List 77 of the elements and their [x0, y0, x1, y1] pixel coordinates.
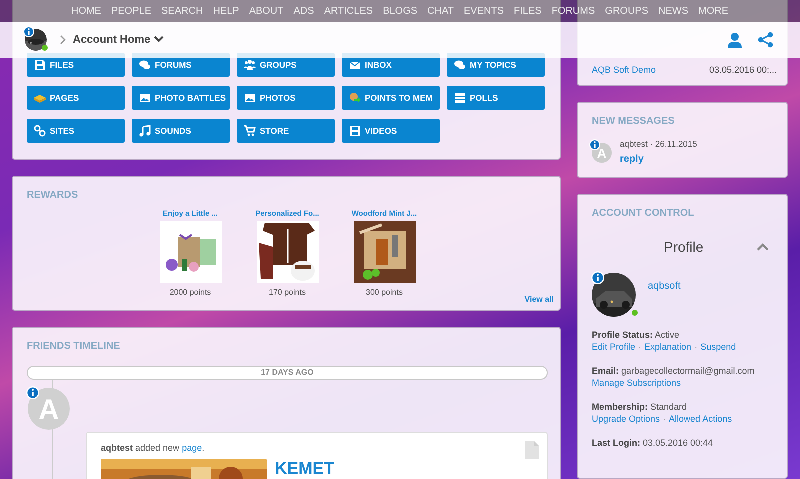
- reward-points: 170 points: [269, 288, 306, 297]
- nav-link[interactable]: ABOUT: [249, 6, 284, 16]
- account-link[interactable]: AQB Soft Demo: [592, 64, 656, 74]
- caret-down-icon: [154, 36, 164, 44]
- section-title: NEW MESSAGES: [592, 116, 676, 127]
- nav-link[interactable]: EVENTS: [464, 6, 504, 16]
- profile-detail: Email: garbagecollectormail@gmail.com: [592, 365, 756, 377]
- section-title: FRIENDS TIMELINE: [27, 341, 122, 352]
- nav-link[interactable]: SEARCH: [162, 6, 204, 16]
- reply-link[interactable]: reply: [620, 154, 644, 165]
- separator: ·: [663, 413, 666, 425]
- profile-detail: Membership: Standard: [592, 401, 688, 413]
- info-icon: [26, 386, 40, 400]
- quick-link-button[interactable]: SITES: [27, 119, 125, 143]
- floppy-disk-icon: [34, 59, 46, 71]
- profile-link[interactable]: Explanation: [644, 341, 692, 353]
- quick-link-button[interactable]: POINTS TO MEM: [342, 86, 440, 110]
- image-icon: [244, 92, 256, 104]
- reward-points: 2000 points: [170, 288, 212, 297]
- post-title-link[interactable]: KEMET: [275, 459, 334, 479]
- info-icon: [591, 271, 605, 285]
- nav-link[interactable]: HOME: [71, 6, 102, 16]
- nav-link[interactable]: CHAT: [428, 6, 454, 16]
- quick-link-button[interactable]: STORE: [237, 119, 335, 143]
- quick-link-button[interactable]: POLLS: [447, 86, 545, 110]
- separator: ·: [694, 341, 698, 353]
- nav-link[interactable]: MORE: [698, 6, 729, 16]
- nav-link[interactable]: HELP: [213, 6, 240, 16]
- list-icon: [454, 92, 466, 104]
- section-title: ACCOUNT CONTROL: [592, 208, 696, 219]
- nav-link[interactable]: GROUPS: [605, 6, 649, 16]
- profile-detail: Profile Status: Active: [592, 329, 681, 341]
- music-note-icon: [139, 125, 151, 137]
- user-icon[interactable]: [727, 32, 743, 48]
- profile-link[interactable]: Edit Profile: [592, 341, 636, 353]
- cart-icon: [244, 125, 256, 137]
- username-link[interactable]: aqbsoft: [648, 281, 681, 317]
- separator: ·: [638, 341, 642, 353]
- chat-bubbles-icon: [139, 59, 151, 71]
- date-divider: 17 DAYS AGO: [27, 366, 548, 380]
- account-home-dropdown[interactable]: Account Home: [73, 34, 164, 46]
- reward-points: 300 points: [366, 288, 403, 297]
- nav-link[interactable]: ARTICLES: [324, 6, 374, 16]
- profile-detail: Last Login: 03.05.2016 00:44: [592, 437, 714, 449]
- film-icon: [349, 125, 361, 137]
- quick-link-button[interactable]: PAGES: [27, 86, 125, 110]
- nav-link[interactable]: FILES: [514, 6, 542, 16]
- nav-link[interactable]: BLOGS: [383, 6, 418, 16]
- chat-bubbles-icon: [454, 59, 466, 71]
- share-icon[interactable]: [758, 32, 774, 48]
- profile-link[interactable]: Suspend: [700, 341, 736, 353]
- quick-link-button[interactable]: PHOTO BATTLES: [132, 86, 230, 110]
- info-icon: [589, 139, 601, 151]
- section-title: REWARDS: [27, 190, 80, 201]
- chevron-up-icon[interactable]: [757, 243, 769, 251]
- nav-link[interactable]: ADS: [294, 6, 314, 16]
- envelope-icon: [349, 59, 361, 71]
- quick-link-button[interactable]: SOUNDS: [132, 119, 230, 143]
- nav-link[interactable]: PEOPLE: [111, 6, 152, 16]
- book-stack-icon: [34, 92, 46, 104]
- quick-link-button[interactable]: VIDEOS: [342, 119, 440, 143]
- link-icon: [34, 125, 46, 137]
- profile-link[interactable]: Allowed Actions: [669, 413, 732, 425]
- page-link[interactable]: page: [182, 443, 202, 453]
- message-meta: aqbtest · 26.11.2015: [620, 139, 698, 149]
- nav-link[interactable]: NEWS: [658, 6, 689, 16]
- profile-heading: Profile: [664, 239, 704, 255]
- chevron-right-icon: [59, 35, 67, 45]
- document-icon: [525, 441, 539, 459]
- quick-link-button[interactable]: PHOTOS: [237, 86, 335, 110]
- image-icon: [139, 92, 151, 104]
- profile-link[interactable]: Manage Subscriptions: [592, 377, 682, 389]
- info-icon: [23, 26, 35, 38]
- users-icon: [244, 59, 256, 71]
- profile-link[interactable]: Upgrade Options: [592, 413, 660, 425]
- view-all-link[interactable]: View all: [524, 295, 554, 304]
- link-date: 03.05.2016 00:...: [709, 64, 777, 74]
